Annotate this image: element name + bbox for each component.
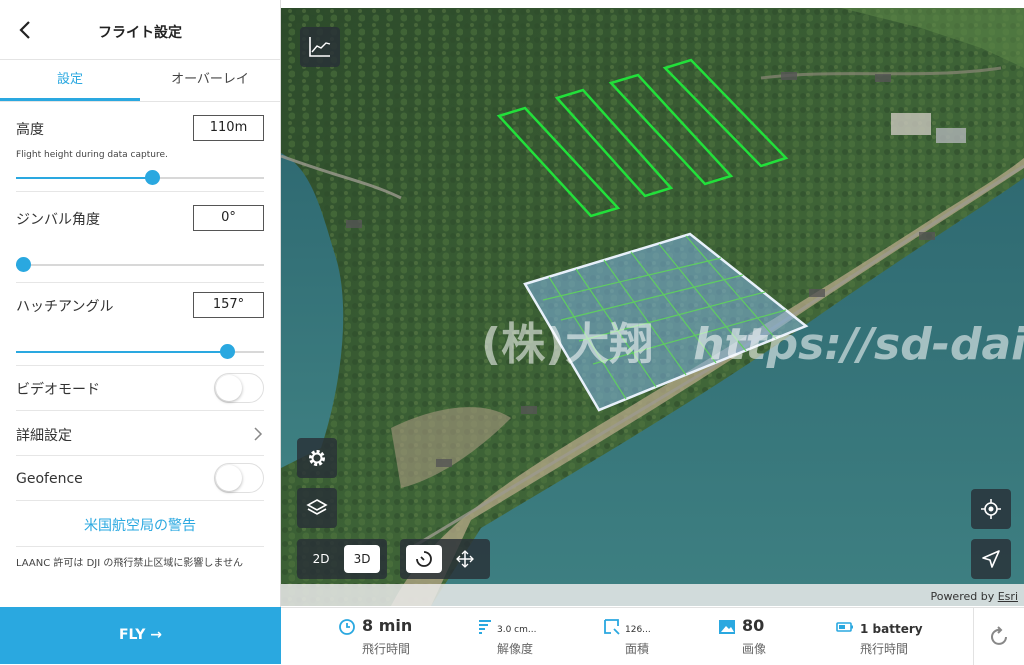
gesture-mode-toggle (400, 539, 490, 579)
area-icon (604, 619, 620, 635)
map-view[interactable]: (株)大翔 https://sd-daisho.com 2D 3D (281, 8, 1024, 606)
divider (16, 455, 264, 456)
divider (16, 546, 264, 547)
divider (16, 410, 264, 411)
esri-link[interactable]: Esri (998, 590, 1018, 603)
hatch-angle-slider[interactable] (16, 344, 264, 359)
battery-value: 1 battery (860, 622, 923, 636)
move-icon (456, 550, 474, 568)
settings-tabs: 設定 オーバーレイ (0, 60, 280, 102)
divider (16, 500, 264, 501)
powered-by-esri: Powered by Esri (930, 590, 1018, 603)
refresh-icon (991, 626, 1007, 645)
powered-by-text: Powered by (930, 590, 998, 603)
tab-overlay[interactable]: オーバーレイ (140, 60, 280, 101)
tab-settings[interactable]: 設定 (0, 60, 140, 101)
laanc-note: LAANC 許可は DJI の飛行禁止区域に影響しません (16, 558, 244, 569)
battery-label: 飛行時間 (860, 642, 909, 656)
video-mode-label: ビデオモード (16, 382, 100, 398)
altitude-hint: Flight height during data capture. (16, 150, 168, 160)
resolution-label: 解像度 (497, 642, 534, 656)
gear-icon (309, 450, 325, 466)
geofence-toggle[interactable] (214, 463, 264, 493)
chevron-right-icon[interactable] (252, 426, 264, 442)
flight-settings-panel: フライト設定 設定 オーバーレイ 高度 110m Flight height d… (0, 0, 281, 664)
rotate-mode-option[interactable] (406, 545, 442, 573)
hatch-angle-slider-knob[interactable] (219, 344, 235, 359)
view-mode-toggle: 2D 3D (297, 539, 387, 579)
gimbal-label: ジンバル角度 (16, 212, 100, 228)
map-layers-button[interactable] (297, 488, 337, 528)
altitude-label: 高度 (16, 122, 44, 138)
crosshair-icon (981, 499, 1001, 519)
altitude-slider[interactable] (16, 170, 264, 185)
view-3d-option[interactable]: 3D (344, 545, 380, 573)
altitude-slider-knob[interactable] (145, 170, 161, 185)
battery-icon (836, 622, 853, 632)
elevation-chart-button[interactable] (300, 27, 340, 67)
watermark: (株)大翔 https://sd-daisho.com (481, 308, 1024, 372)
mission-stats-bar: 8 min 飛行時間 3.0 cm... 解像度 126... 面積 80 画像 (281, 607, 1024, 665)
flight-time-value: 8 min (362, 616, 413, 635)
reset-button[interactable] (973, 608, 1024, 665)
area-label: 面積 (625, 642, 650, 656)
panel-header: フライト設定 (0, 0, 280, 60)
area-value: 126... (625, 625, 651, 635)
images-label: 画像 (742, 642, 767, 656)
hatch-angle-input[interactable]: 157° (193, 292, 264, 318)
rotate-icon (416, 551, 432, 567)
altitude-input[interactable]: 110m (193, 115, 264, 141)
divider (16, 282, 264, 283)
view-2d-option[interactable]: 2D (303, 545, 339, 573)
divider (16, 365, 264, 366)
map-settings-button[interactable] (297, 438, 337, 478)
panel-title: フライト設定 (98, 25, 182, 41)
hatch-angle-label: ハッチアングル (16, 299, 114, 315)
navigation-arrow-icon (982, 550, 1000, 568)
watermark-url: https://sd-daisho.com (693, 319, 1024, 370)
attribution-bar (281, 584, 1024, 606)
advanced-settings-label[interactable]: 詳細設定 (16, 425, 72, 445)
geofence-label: Geofence (16, 471, 83, 487)
gimbal-slider[interactable] (16, 257, 264, 272)
fly-button[interactable]: FLY → (0, 607, 281, 664)
satellite-map (281, 8, 1024, 606)
image-icon (719, 620, 735, 634)
pan-mode-option[interactable] (447, 545, 483, 573)
faa-warning-link[interactable]: 米国航空局の警告 (0, 515, 280, 535)
locate-me-button[interactable] (971, 489, 1011, 529)
navigate-button[interactable] (971, 539, 1011, 579)
video-mode-toggle[interactable] (214, 373, 264, 403)
resolution-value: 3.0 cm... (497, 625, 537, 635)
images-value: 80 (742, 616, 765, 635)
flight-time-label: 飛行時間 (362, 642, 411, 656)
layers-icon (306, 499, 328, 515)
watermark-company: (株)大翔 (481, 319, 654, 370)
resolution-icon (479, 620, 491, 634)
line-chart-icon (309, 37, 331, 57)
gimbal-slider-knob[interactable] (16, 257, 32, 272)
clock-icon (339, 619, 355, 635)
divider (16, 191, 264, 192)
gimbal-input[interactable]: 0° (193, 205, 264, 231)
